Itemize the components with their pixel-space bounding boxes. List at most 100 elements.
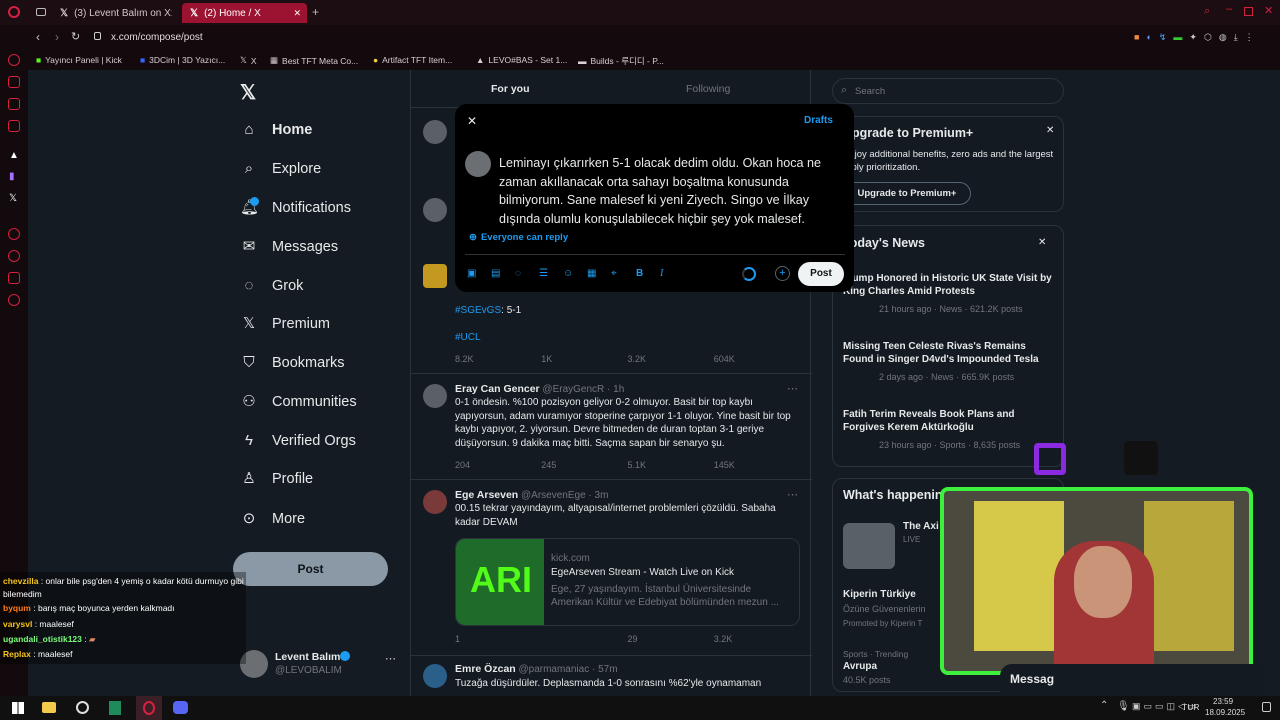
bold-icon[interactable]: B	[636, 268, 643, 279]
account-switcher[interactable]: Levent Balım @LEVOBALIM ⋯	[240, 648, 400, 682]
news-item[interactable]: Missing Teen Celeste Rivas's Remains Fou…	[843, 340, 1058, 382]
workspace-icon[interactable]	[8, 76, 20, 88]
tweet-more-icon[interactable]: ⋯	[787, 488, 798, 501]
url-field[interactable]: x.com/compose/post	[111, 32, 203, 43]
nav-messages[interactable]: ✉ Messages	[240, 238, 338, 256]
extension-icon[interactable]: ▬	[1173, 32, 1182, 43]
new-tab-button[interactable]: +	[312, 5, 319, 19]
tweet-emre[interactable]: Emre Özcan @parmamaniac · 57m Tuzağa düş…	[411, 656, 812, 696]
forward-icon[interactable]: ›	[55, 30, 59, 44]
back-icon[interactable]: ‹	[36, 30, 40, 44]
bookmark-builds[interactable]: ▬ Builds - 루디디 - P...	[578, 55, 664, 67]
app-icon[interactable]	[109, 701, 121, 715]
extension-icon[interactable]: ■	[1134, 32, 1139, 43]
upgrade-button[interactable]: Upgrade to Premium+	[843, 182, 971, 205]
tab-close-icon[interactable]: ✕	[293, 8, 301, 19]
input-language[interactable]: TUR	[1182, 702, 1199, 712]
add-post-icon[interactable]: +	[775, 266, 790, 281]
grok-icon[interactable]: ◌	[515, 268, 521, 279]
clock-time[interactable]: 23:59	[1213, 697, 1233, 706]
nav-more[interactable]: ⊙ More	[240, 510, 305, 528]
clock-icon[interactable]	[8, 250, 20, 262]
bookmark-artifact[interactable]: ● Artifact TFT Item...	[373, 55, 452, 65]
twitch-icon[interactable]: ▮	[9, 171, 15, 182]
gif-icon[interactable]: ▤	[491, 268, 500, 279]
notes-icon[interactable]	[8, 120, 20, 132]
menu-icon[interactable]: ⋮	[1245, 32, 1254, 43]
reply-setting[interactable]: ⊕ Everyone can reply	[469, 232, 568, 243]
view-count[interactable]: 604K	[714, 354, 800, 364]
close-icon[interactable]: ✕	[467, 114, 477, 128]
tab-home-x[interactable]: 𝕏 (2) Home / X ✕	[182, 3, 307, 23]
clock-date[interactable]: 18.09.2025	[1205, 708, 1245, 717]
bookmark-icon[interactable]: ⬡	[1204, 32, 1212, 43]
profile-icon[interactable]: ◍	[1219, 32, 1227, 43]
compose-post-button[interactable]: Post	[798, 262, 844, 286]
tab-for-you[interactable]: For you	[491, 83, 530, 95]
view-count[interactable]: 145K	[714, 460, 800, 470]
bookmark-3dcim[interactable]: ■ 3DCim | 3D Yazıcı...	[140, 55, 225, 65]
image-icon[interactable]: ▣	[467, 268, 476, 279]
drafts-button[interactable]: Drafts	[804, 115, 833, 126]
bookmark-kick[interactable]: ■ Yayıncı Paneli | Kick	[36, 55, 122, 65]
location-icon[interactable]: ⌖	[611, 268, 617, 279]
tray-chevron-icon[interactable]: ⌃	[1100, 700, 1108, 711]
tab-list-icon[interactable]	[36, 8, 46, 16]
more-icon[interactable]: ⋯	[385, 652, 396, 665]
file-explorer-icon[interactable]	[42, 702, 56, 713]
download-icon[interactable]: ⤓	[1234, 32, 1238, 43]
compose-textarea[interactable]: Leminayı çıkarırken 5-1 olacak dedim old…	[499, 154, 839, 228]
search-box[interactable]: ⌕ Search	[832, 78, 1064, 104]
reply-count[interactable]: 1	[455, 634, 541, 644]
hashtag-link[interactable]: #SGEvGS	[455, 305, 501, 316]
tweet-ege[interactable]: Ege Arseven @ArsevenEge · 3m ⋯ 00.15 tek…	[411, 480, 812, 656]
reply-count[interactable]: 204	[455, 460, 541, 470]
messenger-icon[interactable]	[8, 98, 20, 110]
tweet-eray[interactable]: Eray Can Gencer @ErayGencR · 1h ⋯ 0-1 ön…	[411, 374, 812, 480]
reply-count[interactable]: 8.2K	[455, 354, 541, 364]
nav-premium[interactable]: 𝕏 Premium	[240, 315, 330, 333]
start-icon[interactable]	[12, 702, 24, 714]
minimize-icon[interactable]: –	[1226, 3, 1232, 15]
maximize-icon[interactable]	[1244, 7, 1253, 16]
repost-count[interactable]: 1K	[541, 354, 627, 364]
hashtag-link[interactable]: #UCL	[455, 331, 800, 345]
opera-taskbar-icon[interactable]	[136, 696, 162, 720]
nav-grok[interactable]: ◌ Grok	[240, 277, 304, 295]
like-count[interactable]: 5.1K	[628, 460, 714, 470]
search-tabs-icon[interactable]: ⌕	[1204, 5, 1210, 18]
bookmark-tft-meta[interactable]: ▦ Best TFT Meta Co...	[270, 55, 358, 66]
send-icon[interactable]	[8, 272, 20, 284]
history-icon[interactable]	[8, 228, 20, 240]
nav-communities[interactable]: ⚇ Communities	[240, 393, 356, 411]
close-window-icon[interactable]: ✕	[1264, 4, 1273, 17]
news-item[interactable]: Trump Honored in Historic UK State Visit…	[843, 272, 1058, 314]
bookmark-x[interactable]: 𝕏X	[240, 55, 257, 66]
tab-following[interactable]: Following	[686, 83, 730, 95]
extension-icon[interactable]: ◐	[1146, 32, 1151, 43]
repost-count[interactable]	[541, 634, 627, 644]
link-card[interactable]: ARI kick.com EgeArseven Stream - Watch L…	[455, 538, 800, 626]
reload-icon[interactable]: ↻	[71, 30, 80, 43]
mic-icon[interactable]: 🎙︎	[1117, 701, 1130, 712]
nav-profile[interactable]: ♙ Profile	[240, 470, 313, 488]
nav-post-button[interactable]: Post	[233, 552, 388, 586]
italic-icon[interactable]: I	[660, 268, 663, 279]
aria-icon[interactable]	[8, 54, 20, 66]
poll-icon[interactable]: ☰	[539, 268, 548, 279]
nav-home[interactable]: ⌂ Home	[240, 121, 312, 139]
schedule-icon[interactable]: ▦	[587, 268, 596, 279]
x-home-logo-icon[interactable]: 𝕏	[240, 80, 256, 105]
nav-verified-orgs[interactable]: ϟ Verified Orgs	[240, 432, 356, 450]
nav-bookmarks[interactable]: ⛉ Bookmarks	[240, 354, 344, 372]
close-icon[interactable]: ✕	[1038, 237, 1046, 248]
tweet-more-icon[interactable]: ⋯	[787, 382, 798, 395]
like-count[interactable]: 29	[628, 634, 714, 644]
discord-icon[interactable]	[173, 701, 188, 714]
like-count[interactable]: 3.2K	[628, 354, 714, 364]
tab-levent-balim[interactable]: 𝕏 (3) Levent Balım on X: "Fr	[52, 3, 172, 23]
x-sidebar-icon[interactable]: 𝕏	[9, 193, 17, 204]
settings-icon[interactable]	[8, 294, 20, 306]
extension-icon[interactable]: ↯	[1159, 32, 1167, 43]
emoji-icon[interactable]: ☺	[563, 268, 573, 279]
